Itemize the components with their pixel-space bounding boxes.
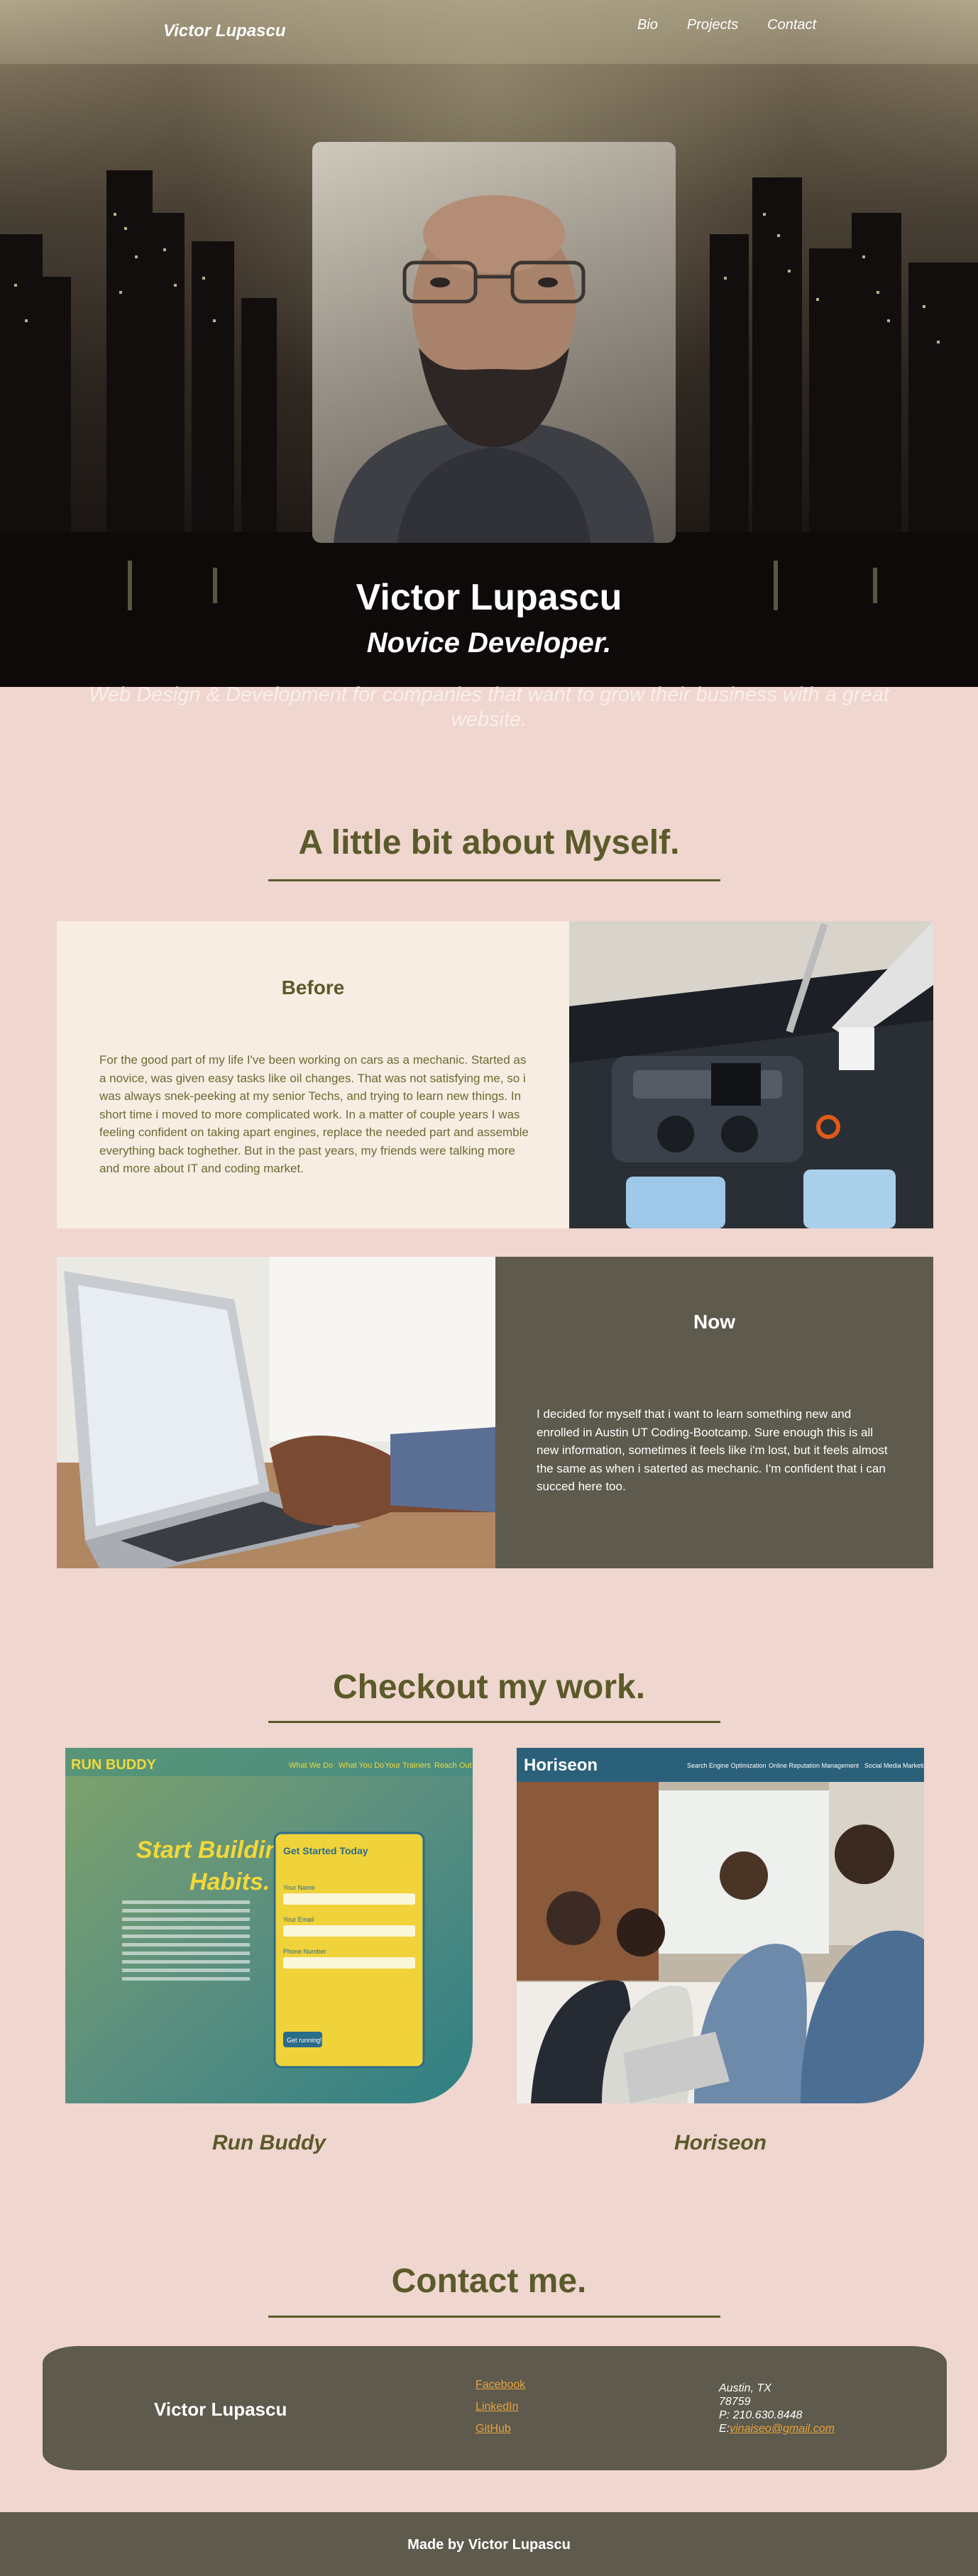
- footer-text: Made by Victor Lupascu: [407, 2537, 571, 2553]
- linkedin-link[interactable]: LinkedIn: [476, 2401, 525, 2413]
- contact-zip: 78759: [719, 2396, 751, 2408]
- run-buddy-screenshot[interactable]: RUN BUDDY What We Do What You Do Your Tr…: [65, 1748, 473, 2103]
- rb-headline-1: Start Building: [136, 1837, 295, 1864]
- contact-phone: P: 210.630.8448: [719, 2409, 803, 2421]
- page-footer: Made by Victor Lupascu: [0, 2512, 978, 2576]
- rb-nav-3: Your Trainers: [385, 1761, 432, 1770]
- contact-name: Victor Lupascu: [154, 2399, 287, 2420]
- hero-tagline: Web Design & Development for companies t…: [89, 683, 889, 731]
- rb-logo: RUN BUDDY: [71, 1757, 157, 1773]
- before-title: Before: [281, 976, 345, 998]
- work-divider: [268, 1721, 720, 1723]
- now-text: I decided for myself that i want to lear…: [537, 1407, 888, 1493]
- top-navbar: Victor Lupascu Bio Projects Contact: [0, 0, 978, 64]
- run-buddy-title-link[interactable]: Run Buddy: [65, 2131, 473, 2155]
- before-card: Before For the good part of my life I've…: [57, 921, 569, 1228]
- social-links: Facebook LinkedIn GitHub: [476, 2379, 525, 2445]
- rb-form-title: Get Started Today: [283, 1845, 368, 1856]
- rb-headline-2: Habits.: [189, 1868, 270, 1895]
- facebook-link[interactable]: Facebook: [476, 2379, 525, 2391]
- horiseon-title-link[interactable]: Horiseon: [517, 2131, 924, 2155]
- hs-nav-2: Online Reputation Management: [769, 1762, 859, 1769]
- before-text: For the good part of my life I've been w…: [99, 1053, 529, 1175]
- nav-links: Bio Projects Contact: [637, 17, 845, 33]
- github-link[interactable]: GitHub: [476, 2423, 525, 2435]
- hero-name: Victor Lupascu: [356, 577, 622, 618]
- now-title: Now: [693, 1311, 736, 1333]
- nav-link-contact[interactable]: Contact: [767, 17, 816, 33]
- hero-role: Novice Developer.: [366, 627, 612, 659]
- brand-link[interactable]: Victor Lupascu: [163, 21, 285, 41]
- hero-section: Victor Lupascu Bio Projects Contact Vict…: [0, 0, 978, 687]
- email-prefix: E:: [719, 2423, 730, 2435]
- nav-link-bio[interactable]: Bio: [637, 17, 658, 33]
- contact-city: Austin, TX: [719, 2382, 771, 2394]
- contact-divider: [268, 2316, 720, 2318]
- work-heading: Checkout my work.: [332, 1668, 646, 1706]
- engine-photo: [569, 921, 933, 1228]
- about-heading: A little bit about Myself.: [298, 824, 680, 862]
- rb-nav-4: Reach Out: [434, 1761, 472, 1770]
- hs-nav-1: Search Engine Optimization: [687, 1762, 767, 1769]
- profile-photo: [312, 142, 676, 543]
- contact-heading: Contact me.: [391, 2262, 587, 2300]
- about-divider: [268, 879, 720, 881]
- rb-form-field-1-label: Your Name: [283, 1884, 315, 1891]
- nav-link-projects[interactable]: Projects: [687, 17, 738, 33]
- rb-form-button: Get running!: [287, 2037, 322, 2044]
- laptop-photo: [57, 1257, 495, 1568]
- hs-logo: Horiseon: [524, 1756, 598, 1775]
- rb-form-field-2-label: Your Email: [283, 1916, 314, 1923]
- rb-nav-1: What We Do: [289, 1761, 333, 1770]
- email-link[interactable]: vinaiseo@gmail.com: [730, 2423, 835, 2435]
- rb-form-field-3-label: Phone Number: [283, 1948, 326, 1955]
- now-card: Now I decided for myself that i want to …: [495, 1257, 933, 1568]
- horiseon-screenshot[interactable]: Horiseon Search Engine Optimization Onli…: [517, 1748, 924, 2103]
- hs-nav-3: Social Media Marketing: [864, 1762, 924, 1769]
- contact-card: Victor Lupascu Facebook LinkedIn GitHub …: [43, 2346, 947, 2470]
- contact-email-row: E:vinaiseo@gmail.com: [719, 2422, 835, 2435]
- contact-address: Austin, TX 78759 P: 210.630.8448 E:vinai…: [719, 2382, 835, 2435]
- rb-nav-2: What You Do: [339, 1761, 384, 1770]
